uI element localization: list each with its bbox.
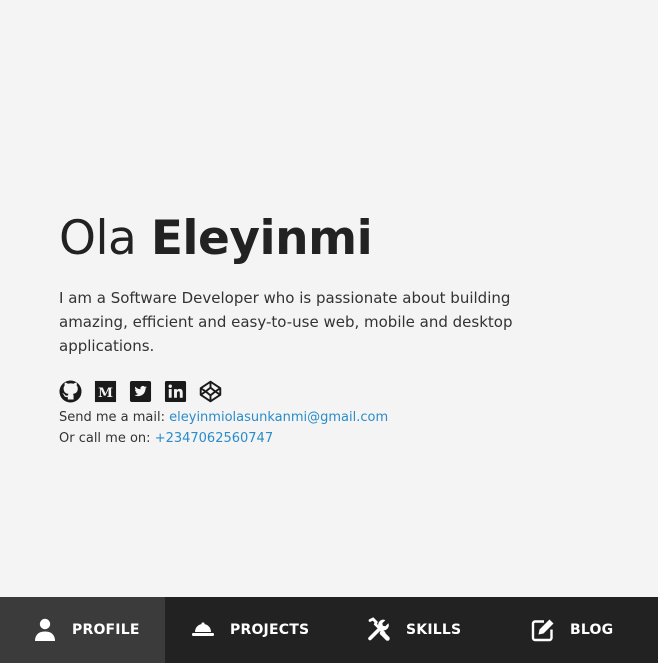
edit-icon [530, 617, 556, 643]
github-icon[interactable] [59, 379, 82, 403]
phone-label: Or call me on: [59, 431, 155, 446]
phone-link[interactable]: +2347062560747 [155, 431, 273, 446]
nav-item-projects[interactable]: PROJECTS [165, 597, 340, 663]
tools-icon [366, 617, 392, 643]
medium-icon[interactable]: M [94, 380, 117, 403]
user-icon [32, 617, 58, 643]
hero-section: Ola Eleyinmi I am a Software Developer w… [59, 208, 619, 449]
first-name: Ola [59, 211, 137, 266]
bottom-navbar: PROFILE PROJECTS SKILLS BLOG [0, 597, 658, 663]
email-link[interactable]: eleyinmiolasunkanmi@gmail.com [169, 410, 388, 425]
nav-item-label: PROFILE [72, 622, 140, 638]
hard-hat-icon [190, 617, 216, 643]
mail-line: Send me a mail: eleyinmiolasunkanmi@gmai… [59, 407, 619, 428]
twitter-icon[interactable] [129, 380, 152, 403]
nav-item-label: PROJECTS [230, 622, 310, 638]
svg-text:M: M [98, 384, 113, 400]
nav-item-label: SKILLS [406, 622, 462, 638]
mail-label: Send me a mail: [59, 410, 170, 425]
bio-text: I am a Software Developer who is passion… [59, 289, 513, 355]
page-title: Ola Eleyinmi [59, 208, 619, 270]
linkedin-icon[interactable] [164, 380, 187, 403]
phone-line: Or call me on: +2347062560747 [59, 428, 619, 449]
codepen-icon[interactable] [199, 380, 222, 403]
contact-info: Send me a mail: eleyinmiolasunkanmi@gmai… [59, 407, 619, 449]
social-links: M [59, 379, 619, 403]
nav-item-profile[interactable]: PROFILE [0, 597, 165, 663]
nav-item-label: BLOG [570, 622, 614, 638]
nav-item-skills[interactable]: SKILLS [340, 597, 510, 663]
page: Ola Eleyinmi I am a Software Developer w… [0, 0, 658, 663]
nav-item-blog[interactable]: BLOG [510, 597, 658, 663]
last-name: Eleyinmi [150, 211, 373, 266]
